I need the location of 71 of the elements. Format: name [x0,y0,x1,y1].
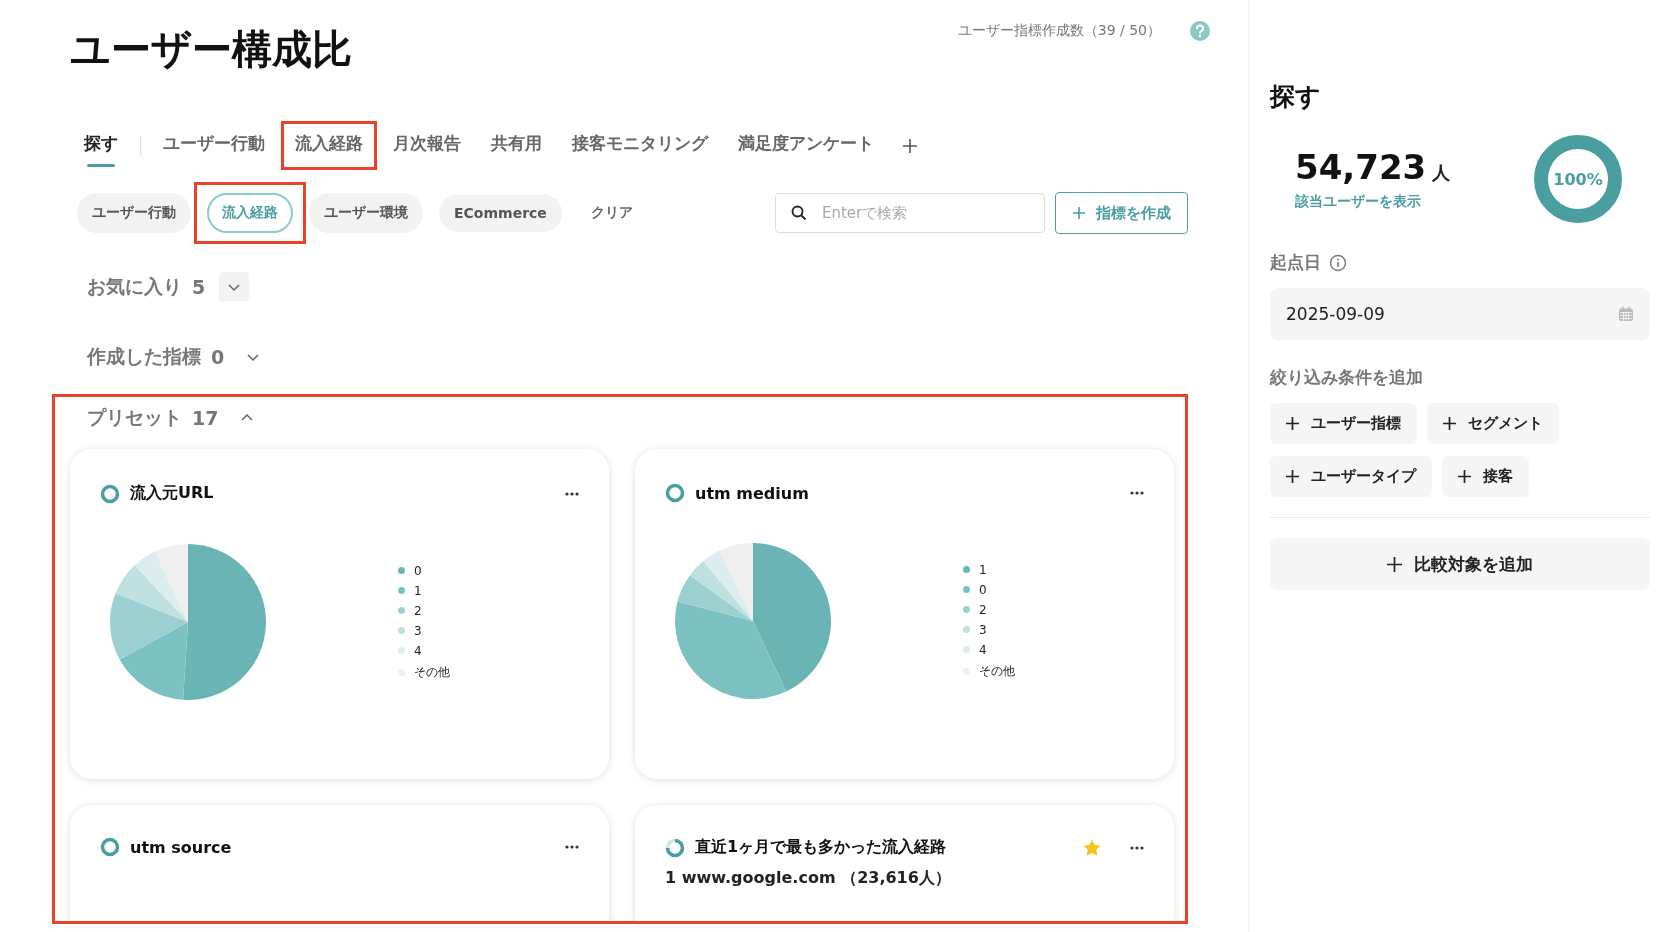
plus-icon [1286,470,1299,483]
legend-label: その他 [979,662,1015,680]
card-title: utm medium [695,483,810,503]
legend-label: 4 [414,643,422,658]
add-filter-button[interactable]: セグメント [1427,403,1559,444]
more-icon[interactable] [563,844,581,850]
expand-toggle[interactable] [219,272,250,302]
clear-link[interactable]: クリア [570,204,647,222]
tab[interactable]: 探す [73,124,129,167]
filter-chip[interactable]: ユーザー行動 [77,193,191,233]
page-title: ユーザー構成比 [70,25,352,74]
add-tab-icon[interactable] [902,137,918,154]
legend-label: 1 [414,583,422,598]
section-title: お気に入り [87,274,182,299]
plus-icon [1072,206,1086,220]
tab[interactable]: 満足度アンケート [727,124,885,167]
metric-card[interactable]: utm source [70,805,609,921]
ring-icon [100,483,120,504]
more-icon[interactable] [1128,844,1146,851]
metric-card[interactable]: utm medium 1 0 2 3 4 その他 [635,449,1174,779]
metric-card[interactable]: 直近1ヶ月で最も多かった流入経路 1 www.google.com （23,616人） [635,805,1174,921]
add-filter-button[interactable]: ユーザータイプ [1270,456,1432,497]
more-icon[interactable] [1128,490,1146,496]
ranking-row: 1 www.google.com （23,616人） [665,868,951,887]
more-icon[interactable] [563,490,581,497]
section-title: 作成した指標 [87,344,201,369]
section-count: 17 [192,407,219,429]
search-field[interactable]: Enterで検索 [775,193,1045,233]
metric-card[interactable]: 流入元URL 0 1 2 3 4 その他 [70,449,609,779]
legend-label: 2 [414,603,422,618]
quota-text: ユーザー指標作成数（39 / 50） [957,22,1161,40]
plus-icon [1443,417,1456,430]
ring-icon [100,837,120,857]
tab[interactable]: 接客モニタリング [561,124,719,167]
tab[interactable]: ユーザー行動 [152,124,276,167]
user-count: 54,723 [1295,147,1427,187]
legend-label: 3 [414,623,422,638]
filter-chip[interactable]: ECommerce [439,194,562,232]
search-icon [791,205,807,221]
field-label: 起点日 [1270,251,1321,274]
add-filter-button[interactable]: ユーザー指標 [1270,403,1417,444]
plus-icon [1387,556,1402,572]
add-filter-button[interactable]: 接客 [1442,456,1529,497]
legend-label: 0 [979,582,987,597]
unit-label: 人 [1432,162,1451,183]
tab[interactable]: 流入経路 [284,124,374,167]
section-title: プリセット [87,405,182,430]
ring-progress-icon [665,837,685,858]
legend-label: 3 [979,622,987,637]
card-title: utm source [130,837,233,857]
plus-icon [1458,470,1471,483]
plus-icon [1286,417,1299,430]
legend-label: その他 [414,663,450,681]
section-count: 0 [211,346,225,368]
percentage-label: 100% [1552,168,1604,191]
legend-label: 4 [979,642,987,657]
section-heading: 絞り込み条件を追加 [1270,366,1423,389]
add-comparison-button[interactable]: 比較対象を追加 [1270,538,1650,590]
ring-icon [665,483,685,503]
legend-label: 0 [414,563,422,578]
info-icon[interactable] [1329,253,1347,272]
tab[interactable]: 月次報告 [382,124,472,167]
date-field[interactable]: 2025-09-09 [1270,288,1650,340]
panel-title: 探す [1270,81,1322,113]
legend-label: 2 [979,602,987,617]
legend-label: 1 [979,562,987,577]
card-title: 直近1ヶ月で最も多かった流入経路 [695,837,948,858]
filter-chip[interactable]: ユーザー環境 [309,193,423,233]
tab[interactable]: 共有用 [480,124,553,167]
card-title: 流入元URL [130,483,215,504]
section-count: 5 [192,276,206,298]
